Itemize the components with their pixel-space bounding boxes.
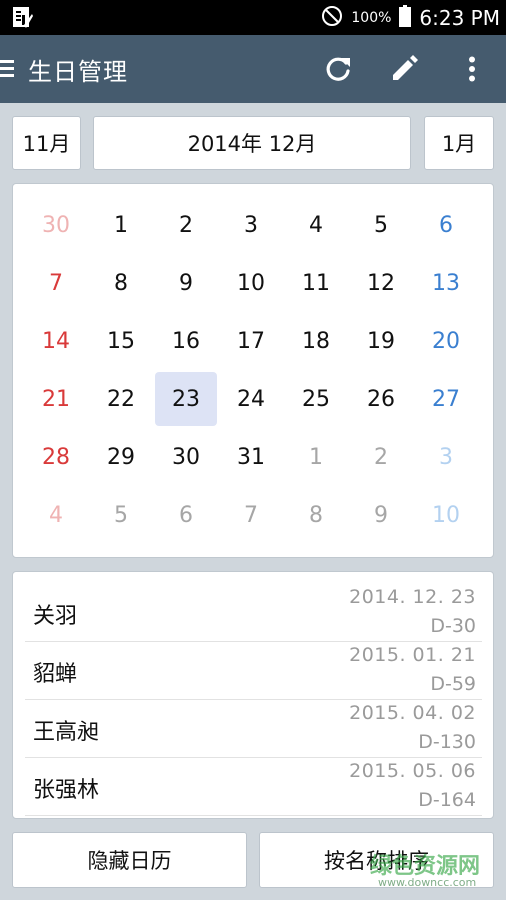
calendar-day[interactable]: 10 [415, 488, 477, 542]
current-month-button[interactable]: 2014年 12月 [93, 116, 411, 170]
birthday-dday: D-164 [418, 789, 476, 811]
birthday-list-card: 关羽 2014. 12. 23 D-30 貂蝉 2015. 01. 21 D-59 王高昶 2… [12, 571, 494, 819]
menu-icon[interactable] [0, 57, 14, 81]
calendar-day[interactable]: 5 [350, 198, 412, 252]
calendar-day[interactable]: 9 [155, 256, 217, 310]
hide-calendar-button[interactable]: 隐藏日历 [12, 832, 247, 888]
list-item[interactable]: 王高昶 2015. 04. 02 D-130 [25, 700, 482, 758]
battery-icon [399, 4, 412, 31]
status-bar: 100% 6:23 PM [0, 0, 506, 35]
calendar-day[interactable]: 1 [90, 198, 152, 252]
clock: 6:23 PM [419, 5, 500, 30]
calendar-day[interactable]: 13 [415, 256, 477, 310]
calendar-day[interactable]: 18 [285, 314, 347, 368]
calendar-day[interactable]: 20 [415, 314, 477, 368]
calendar-day[interactable]: 22 [90, 372, 152, 426]
calendar-day[interactable]: 26 [350, 372, 412, 426]
calendar-day[interactable]: 7 [25, 256, 87, 310]
calendar-day[interactable]: 24 [220, 372, 282, 426]
birthday-date: 2014. 12. 23 [349, 586, 476, 608]
watermark-url: www.downcc.com [378, 876, 477, 889]
edit-icon[interactable] [388, 53, 420, 85]
list-item[interactable]: 关羽 2014. 12. 23 D-30 [25, 584, 482, 642]
birthday-date: 2015. 05. 06 [349, 760, 476, 782]
calendar-day[interactable]: 10 [220, 256, 282, 310]
calendar-day[interactable]: 3 [415, 430, 477, 484]
more-vert-icon[interactable] [456, 53, 488, 85]
birthday-name: 张强林 [33, 778, 100, 803]
calendar-day[interactable]: 1 [285, 430, 347, 484]
battery-percent: 100% [351, 9, 392, 26]
birthday-date: 2015. 01. 21 [349, 644, 476, 666]
calendar-day[interactable]: 30 [155, 430, 217, 484]
app-bar: 生日管理 [0, 35, 506, 103]
calendar-day[interactable]: 2 [155, 198, 217, 252]
birthday-date: 2015. 04. 02 [349, 702, 476, 724]
calendar-day[interactable]: 3 [220, 198, 282, 252]
calendar-day[interactable]: 17 [220, 314, 282, 368]
birthday-name: 貂蝉 [33, 662, 78, 687]
next-month-button[interactable]: 1月 [424, 116, 494, 170]
calendar-day[interactable]: 6 [155, 488, 217, 542]
calendar-day[interactable]: 4 [285, 198, 347, 252]
birthday-name: 关羽 [33, 604, 78, 629]
calendar-day[interactable]: 21 [25, 372, 87, 426]
calendar-day[interactable]: 25 [285, 372, 347, 426]
calendar-day[interactable]: 4 [25, 488, 87, 542]
calendar-day[interactable]: 31 [220, 430, 282, 484]
calendar-day[interactable]: 9 [350, 488, 412, 542]
calendar-day[interactable]: 11 [285, 256, 347, 310]
calendar-day[interactable]: 7 [220, 488, 282, 542]
calendar-day[interactable]: 6 [415, 198, 477, 252]
calendar-day[interactable]: 14 [25, 314, 87, 368]
calendar-day[interactable]: 8 [285, 488, 347, 542]
notification-icon [10, 6, 34, 30]
calendar-day[interactable]: 12 [350, 256, 412, 310]
app-title: 生日管理 [28, 58, 128, 86]
birthday-dday: D-130 [418, 731, 476, 753]
prev-month-button[interactable]: 11月 [12, 116, 81, 170]
calendar-day[interactable]: 19 [350, 314, 412, 368]
birthday-name: 王高昶 [33, 720, 100, 745]
calendar-day[interactable]: 8 [90, 256, 152, 310]
birthday-dday: D-30 [430, 615, 476, 637]
calendar-day[interactable]: 30 [25, 198, 87, 252]
birthday-dday: D-59 [430, 673, 476, 695]
calendar-day-selected[interactable]: 23 [155, 372, 217, 426]
calendar-day[interactable]: 16 [155, 314, 217, 368]
calendar-day[interactable]: 29 [90, 430, 152, 484]
do-not-disturb-icon [321, 5, 343, 31]
calendar-day[interactable]: 2 [350, 430, 412, 484]
calendar-day[interactable]: 28 [25, 430, 87, 484]
calendar-day[interactable]: 5 [90, 488, 152, 542]
list-item[interactable]: 貂蝉 2015. 01. 21 D-59 [25, 642, 482, 700]
list-item[interactable]: 张强林 2015. 05. 06 D-164 [25, 758, 482, 816]
calendar-day[interactable]: 15 [90, 314, 152, 368]
calendar-day[interactable]: 27 [415, 372, 477, 426]
refresh-icon[interactable] [322, 53, 354, 85]
calendar-grid: 30 1 2 3 4 5 6 7 8 9 10 11 12 13 14 15 16 17 18 19 20 21 22 23 2… [25, 198, 480, 546]
